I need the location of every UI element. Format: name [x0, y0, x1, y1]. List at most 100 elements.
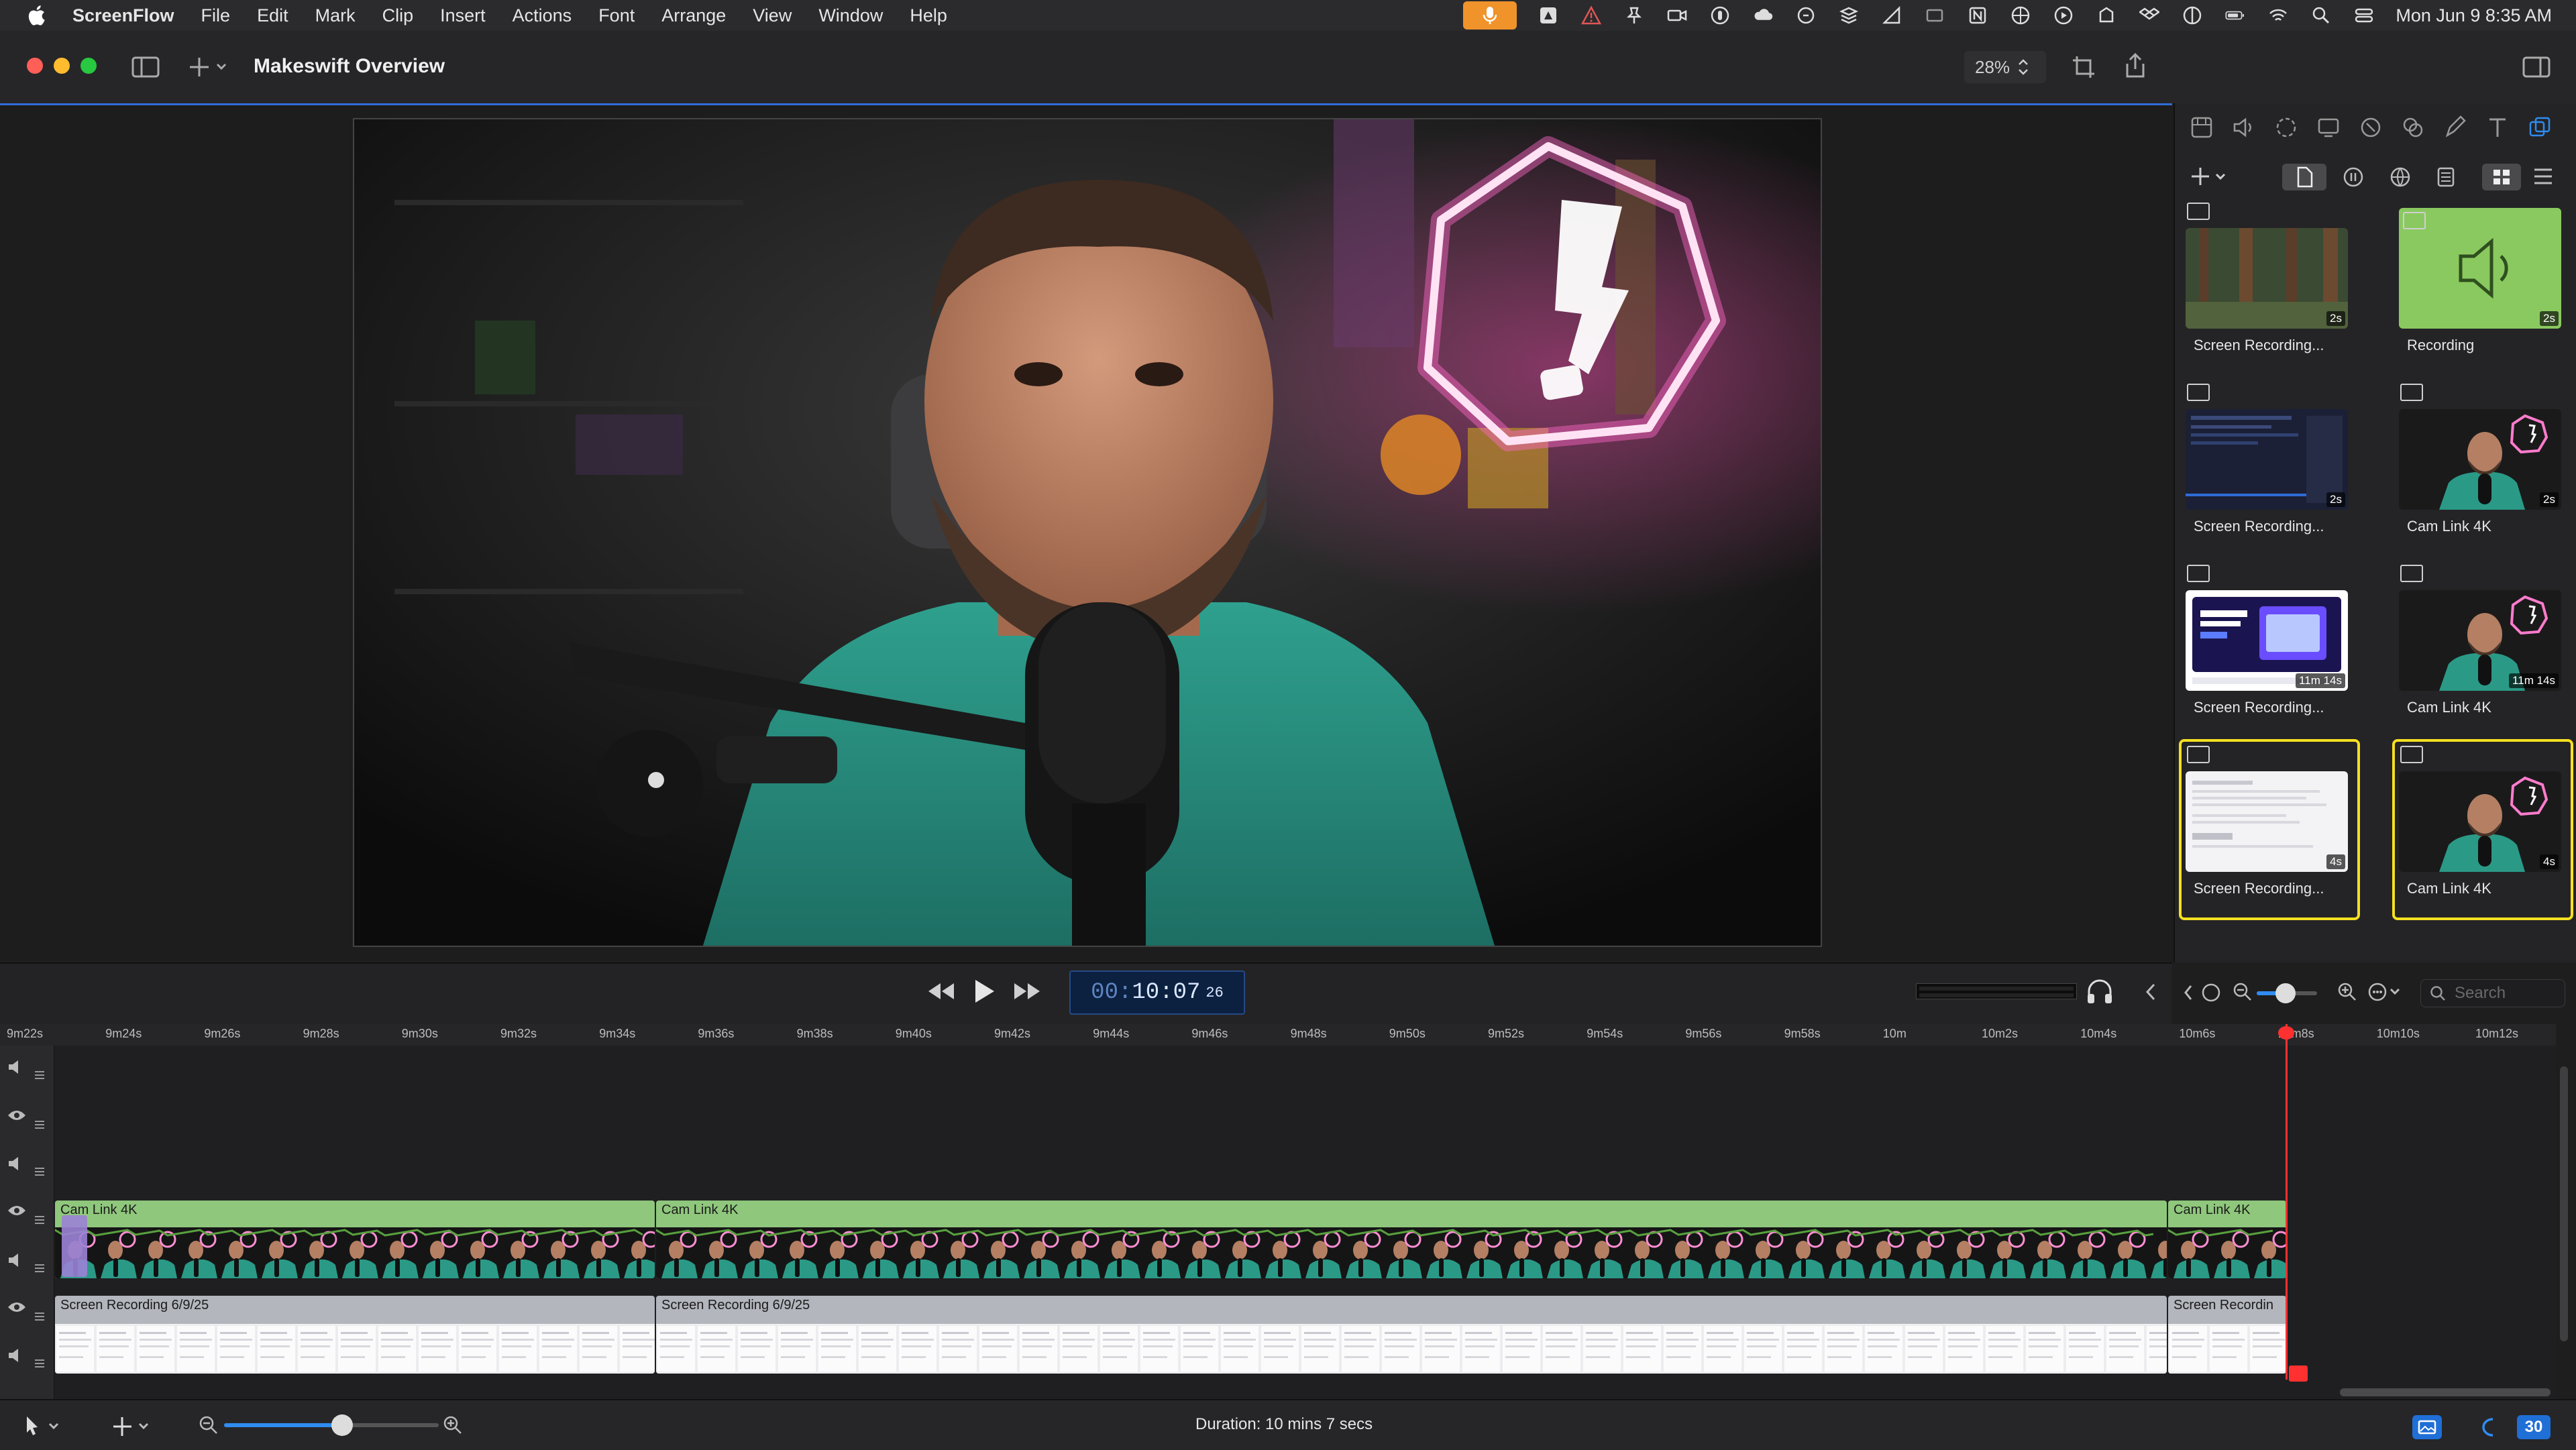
menu-font[interactable]: Font: [598, 5, 635, 26]
minimize-window-button[interactable]: [54, 58, 70, 74]
video-properties-icon[interactable]: [2190, 115, 2214, 140]
menu-arrange[interactable]: Arrange: [661, 5, 726, 26]
rewind-icon[interactable]: [926, 981, 957, 1002]
track-menu-icon[interactable]: [34, 1357, 46, 1373]
cam-clip-1[interactable]: Cam Link 4K: [55, 1201, 655, 1278]
library-search-field[interactable]: Search: [2420, 979, 2565, 1007]
play-circle-icon[interactable]: [2052, 5, 2075, 25]
playhead-end-marker[interactable]: [2289, 1365, 2308, 1382]
audio-filter-icon[interactable]: [2343, 166, 2364, 188]
cloud-icon[interactable]: [1752, 5, 1774, 25]
callout-icon[interactable]: [2359, 115, 2383, 140]
web-filter-icon[interactable]: [2390, 166, 2411, 188]
add-track-icon[interactable]: [113, 1415, 153, 1438]
share-icon[interactable]: [2095, 5, 2118, 25]
pointer-tool-icon[interactable]: [24, 1415, 63, 1438]
grid-icon[interactable]: [2009, 5, 2032, 25]
drive-icon[interactable]: [1537, 5, 1560, 25]
timeline-zoom-in-icon[interactable]: [443, 1415, 463, 1435]
media-thumbnail[interactable]: [2186, 228, 2348, 329]
refresh-icon[interactable]: [1794, 5, 1817, 25]
playhead[interactable]: [2286, 1024, 2288, 1380]
track-menu-icon[interactable]: [34, 1166, 46, 1181]
control-center-icon[interactable]: [2353, 5, 2375, 25]
window-icon[interactable]: [1923, 5, 1946, 25]
menu-insert[interactable]: Insert: [440, 5, 486, 26]
menu-file[interactable]: File: [201, 5, 231, 26]
mute-toggle-icon[interactable]: [7, 1347, 24, 1368]
inspector-toggle-icon[interactable]: [2522, 56, 2551, 78]
play-icon[interactable]: [973, 978, 996, 1005]
menubar-clock[interactable]: Mon Jun 9 8:35 AM: [2396, 5, 2552, 26]
close-window-button[interactable]: [27, 58, 43, 74]
back-circle-icon[interactable]: [2183, 981, 2223, 1005]
images-filter-icon[interactable]: [2435, 166, 2457, 188]
mute-toggle-icon[interactable]: [7, 1155, 24, 1176]
pin-icon[interactable]: [1623, 5, 1646, 25]
track-menu-icon[interactable]: [34, 1214, 46, 1229]
display-icon[interactable]: [2181, 5, 2204, 25]
cam-clip-2[interactable]: Cam Link 4K: [656, 1201, 2167, 1278]
stack-icon[interactable]: [1837, 5, 1860, 25]
library-zoom-knob[interactable]: [2275, 983, 2296, 1003]
zoom-out-icon[interactable]: [2233, 982, 2253, 1002]
screen-clip-2[interactable]: Screen Recording 6/9/25: [656, 1296, 2167, 1374]
list-view-icon[interactable]: [2533, 168, 2553, 185]
horizontal-scrollbar[interactable]: [2340, 1388, 2551, 1396]
battery-icon[interactable]: [2224, 5, 2247, 25]
fast-forward-icon[interactable]: [1012, 981, 1042, 1002]
menu-window[interactable]: Window: [818, 5, 883, 26]
media-thumbnail[interactable]: [2186, 409, 2348, 510]
media-thumbnail[interactable]: [2399, 409, 2561, 510]
video-motion-icon[interactable]: [2274, 115, 2298, 140]
visibility-toggle-icon[interactable]: [7, 1203, 27, 1221]
menu-edit[interactable]: Edit: [257, 5, 288, 26]
sidebar-toggle-icon[interactable]: [131, 56, 160, 78]
visibility-toggle-icon[interactable]: [7, 1300, 27, 1318]
timeline-zoom-knob[interactable]: [331, 1414, 353, 1436]
menu-mark[interactable]: Mark: [315, 5, 356, 26]
vertical-scrollbar[interactable]: [2560, 1066, 2568, 1341]
add-media-icon[interactable]: [189, 55, 229, 79]
crop-icon[interactable]: [2072, 55, 2096, 79]
media-library-icon[interactable]: [2528, 115, 2552, 140]
timeline-ruler[interactable]: 9m22s 9m24s 9m26s 9m28s 9m30s 9m32s 9m34s 9m36s…: [0, 1024, 2556, 1046]
notion-icon[interactable]: [1966, 5, 1989, 25]
app-menu[interactable]: ScreenFlow: [72, 5, 174, 26]
chart-icon[interactable]: [1880, 5, 1903, 25]
menu-help[interactable]: Help: [910, 5, 947, 26]
password-icon[interactable]: [1709, 5, 1731, 25]
menu-actions[interactable]: Actions: [513, 5, 572, 26]
add-to-library-icon[interactable]: [2191, 166, 2229, 186]
search-icon[interactable]: [2310, 5, 2332, 25]
track-menu-icon[interactable]: [34, 1262, 46, 1278]
zoom-level-select[interactable]: 28%: [1964, 51, 2046, 83]
video-preview[interactable]: [353, 118, 1822, 947]
screen-clip-1[interactable]: Screen Recording 6/9/25: [55, 1296, 655, 1374]
track-menu-icon[interactable]: [34, 1069, 46, 1084]
camera-icon[interactable]: [1666, 5, 1688, 25]
media-thumbnail[interactable]: [2186, 771, 2348, 872]
microphone-icon[interactable]: [1463, 1, 1517, 30]
headphones-icon[interactable]: [2085, 978, 2114, 1005]
library-zoom-slider[interactable]: [2257, 983, 2317, 1003]
timeline-zoom-out-icon[interactable]: [199, 1415, 219, 1435]
screen-clip-3[interactable]: Screen Recordin: [2168, 1296, 2286, 1374]
menu-clip[interactable]: Clip: [382, 5, 414, 26]
mute-toggle-icon[interactable]: [7, 1058, 24, 1079]
media-thumbnail[interactable]: [2399, 771, 2561, 872]
export-icon[interactable]: [2124, 52, 2147, 79]
apple-icon[interactable]: [27, 5, 46, 26]
zoom-in-icon[interactable]: [2337, 982, 2357, 1002]
audio-fade-marker[interactable]: [62, 1215, 87, 1277]
snap-toggle-icon[interactable]: [2473, 1415, 2500, 1439]
wifi-icon[interactable]: [2267, 5, 2290, 25]
more-options-icon[interactable]: [2368, 982, 2404, 1002]
timecode-display[interactable]: 00: 10:07 26: [1069, 970, 1245, 1015]
timeline-zoom-slider[interactable]: [224, 1414, 439, 1436]
snapshot-button[interactable]: [2412, 1415, 2442, 1439]
audio-properties-icon[interactable]: [2232, 115, 2256, 140]
dropbox-icon[interactable]: [2138, 5, 2161, 25]
menu-view[interactable]: View: [753, 5, 792, 26]
text-properties-icon[interactable]: [2485, 115, 2510, 140]
